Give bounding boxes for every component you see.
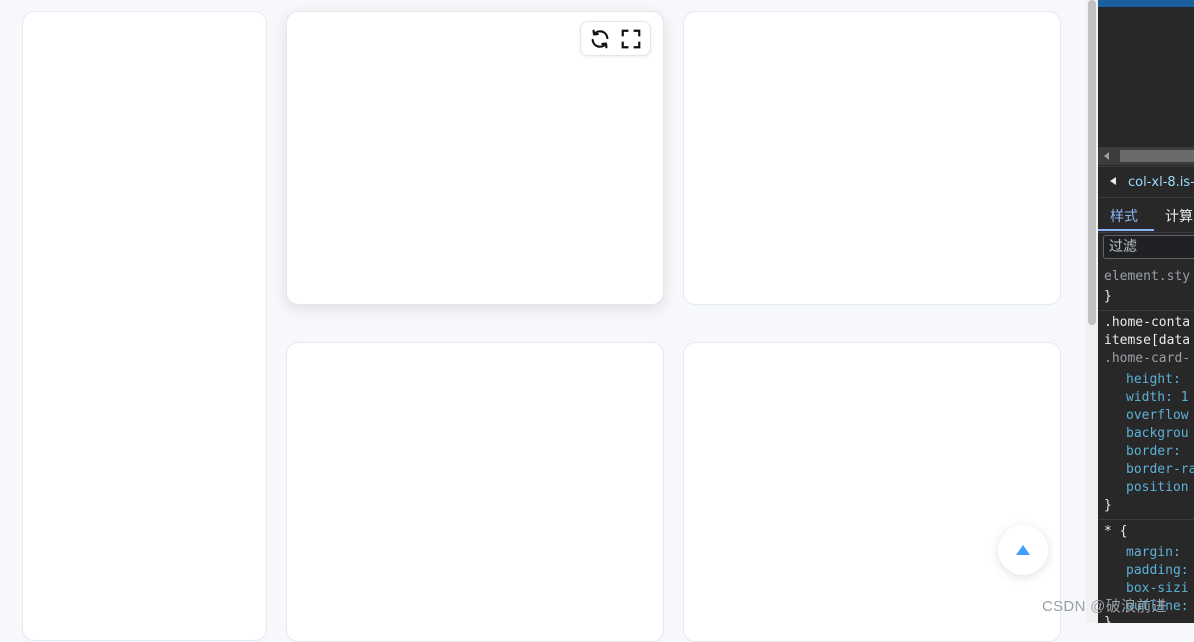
css-property[interactable]: backgrou xyxy=(1126,425,1189,443)
styles-filter-input[interactable] xyxy=(1104,236,1194,258)
styles-filter-field[interactable] xyxy=(1103,235,1194,259)
page-scrollbar-thumb[interactable] xyxy=(1088,0,1096,325)
element-style-selector[interactable]: element.sty xyxy=(1104,268,1190,286)
devtools-panel: col-xl-8.is-c 样式 计算 element.sty } .home-… xyxy=(1098,0,1194,623)
breadcrumb-node[interactable]: col-xl-8.is-c xyxy=(1128,175,1194,190)
left-sidebar-card xyxy=(22,11,267,641)
rule-close: } xyxy=(1104,498,1112,513)
scroll-left-arrow-icon[interactable] xyxy=(1104,152,1109,160)
css-property[interactable]: height: xyxy=(1126,371,1181,389)
css-property[interactable]: border-ra xyxy=(1126,461,1194,479)
element-style-close: } xyxy=(1104,289,1112,304)
css-property[interactable]: margin: xyxy=(1126,544,1189,562)
card-top-right[interactable] xyxy=(683,11,1061,305)
breadcrumb-left-arrow-icon[interactable] xyxy=(1110,177,1116,185)
refresh-icon[interactable] xyxy=(587,26,613,52)
card-bottom-right[interactable] xyxy=(683,342,1061,642)
devtools-breadcrumb: col-xl-8.is-c xyxy=(1098,166,1194,197)
rule-selector[interactable]: * { xyxy=(1104,523,1127,541)
rule-selector[interactable]: .home-conta xyxy=(1104,314,1190,332)
fullscreen-icon[interactable] xyxy=(618,26,644,52)
css-property[interactable]: border: xyxy=(1126,443,1189,461)
devtools-tabs: 样式 计算 xyxy=(1098,197,1194,233)
css-property[interactable]: position xyxy=(1126,479,1189,497)
tab-computed[interactable]: 计算 xyxy=(1165,206,1193,226)
dashboard-page xyxy=(0,0,1086,642)
back-to-top-button[interactable] xyxy=(998,525,1048,575)
rule-selector[interactable]: itemse[data xyxy=(1104,332,1190,350)
tab-styles[interactable]: 样式 xyxy=(1110,206,1138,226)
devtools-scroll-thumb[interactable] xyxy=(1120,150,1194,162)
rule-source: .home-card- xyxy=(1104,351,1191,366)
css-property[interactable]: width: 1 xyxy=(1126,389,1189,407)
card-toolbar xyxy=(580,21,651,56)
caret-up-icon xyxy=(1016,545,1030,555)
devtools-selected-node-highlight xyxy=(1098,0,1194,7)
active-tab-indicator xyxy=(1098,229,1154,231)
devtools-horizontal-scrollbar[interactable] xyxy=(1098,147,1194,165)
card-bottom-middle[interactable] xyxy=(286,342,664,642)
css-property[interactable]: overflow xyxy=(1126,407,1189,425)
rule-divider xyxy=(1098,519,1194,520)
css-property[interactable]: padding: xyxy=(1126,562,1189,580)
rule-divider xyxy=(1098,310,1194,311)
watermark: CSDN @破浪前进 xyxy=(1042,598,1167,615)
card-top-middle[interactable] xyxy=(286,11,664,305)
